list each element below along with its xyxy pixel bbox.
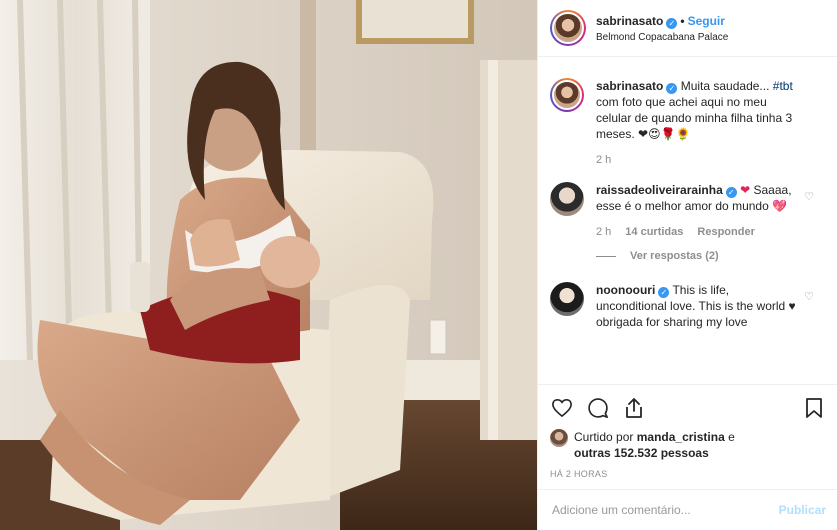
author-username[interactable]: sabrinasato xyxy=(596,14,663,28)
caption-avatar-image xyxy=(552,80,582,110)
action-bar xyxy=(550,395,826,421)
post-photo-illustration xyxy=(0,0,537,530)
caption-time[interactable]: 2 h xyxy=(596,152,611,168)
comment-item: raissadeoliveirarainha ✓ ❤ Saaaa, esse é … xyxy=(550,182,837,264)
view-replies[interactable]: Ver respostas (2) xyxy=(596,248,796,264)
commenter-avatar[interactable] xyxy=(550,282,584,316)
comments-list[interactable]: sabrinasato ✓ Muita saudade... #tbt com f… xyxy=(538,58,837,383)
author-avatar[interactable] xyxy=(550,10,586,46)
comment-like-heart-icon[interactable]: ♡ xyxy=(804,290,814,303)
add-comment-bar: Publicar xyxy=(538,489,837,530)
caption-body: sabrinasato ✓ Muita saudade... #tbt com f… xyxy=(596,78,796,168)
caption-text: sabrinasato ✓ Muita saudade... #tbt com f… xyxy=(596,78,796,142)
comment-input[interactable] xyxy=(552,503,779,517)
comment-likes[interactable]: 14 curtidas xyxy=(625,224,683,240)
caption-avatar[interactable] xyxy=(550,78,584,112)
caption-username[interactable]: sabrinasato xyxy=(596,79,663,93)
comment-text: raissadeoliveirarainha ✓ ❤ Saaaa, esse é … xyxy=(596,182,796,214)
caption-text-start: Muita saudade... xyxy=(680,79,770,93)
liked-by-count[interactable]: outras 152.532 pessoas xyxy=(574,446,709,460)
post-sidebar: sabrinasato ✓ • Seguir Belmond Copacabana P… xyxy=(537,0,837,530)
likes-summary: Curtido por manda_cristina e outras 152.… xyxy=(550,429,826,461)
share-icon[interactable] xyxy=(622,396,646,420)
caption-meta: 2 h xyxy=(596,152,796,168)
comment-body: noonoouri ✓ This is life, unconditional l… xyxy=(596,282,796,330)
follow-button[interactable]: Seguir xyxy=(688,14,725,28)
comment-item: noonoouri ✓ This is life, unconditional l… xyxy=(550,282,837,330)
separator-dot: • xyxy=(680,13,685,28)
bookmark-icon[interactable] xyxy=(802,396,826,420)
verified-badge-icon: ✓ xyxy=(666,17,678,29)
comment-time[interactable]: 2 h xyxy=(596,224,611,240)
liked-by-user[interactable]: manda_cristina xyxy=(637,430,725,444)
comment-meta: 2 h 14 curtidas Responder xyxy=(596,224,796,240)
post-header: sabrinasato ✓ • Seguir Belmond Copacabana P… xyxy=(538,0,837,57)
post-actions: Curtido por manda_cristina e outras 152.… xyxy=(538,384,837,489)
comment-text-emoji: 💖 xyxy=(772,199,788,213)
author-avatar-image xyxy=(552,12,584,44)
verified-badge-icon: ✓ xyxy=(725,187,737,198)
heart-icon[interactable] xyxy=(550,396,574,420)
comment-username-emoji: ❤ xyxy=(740,183,751,197)
caption-comment: sabrinasato ✓ Muita saudade... #tbt com f… xyxy=(550,78,837,168)
comment-like-heart-icon[interactable]: ♡ xyxy=(804,190,814,203)
verified-badge-icon: ✓ xyxy=(666,83,678,94)
post-location[interactable]: Belmond Copacabana Palace xyxy=(596,32,728,43)
liked-by-prefix: Curtido por xyxy=(574,430,634,444)
caption-hashtag[interactable]: #tbt xyxy=(773,79,793,93)
comment-bubble-icon[interactable] xyxy=(586,396,610,420)
post-time-ago[interactable]: HÁ 2 HORAS xyxy=(550,469,826,479)
likes-text: Curtido por manda_cristina e outras 152.… xyxy=(574,429,735,461)
comment-username[interactable]: raissadeoliveirarainha xyxy=(596,183,723,197)
replies-line xyxy=(596,255,616,257)
header-line: sabrinasato ✓ • Seguir xyxy=(596,14,728,29)
reply-button[interactable]: Responder xyxy=(697,224,754,240)
liker-avatar[interactable] xyxy=(550,429,568,447)
comment-username[interactable]: noonoouri xyxy=(596,283,655,297)
post-photo[interactable] xyxy=(0,0,537,530)
comment-text: noonoouri ✓ This is life, unconditional l… xyxy=(596,282,796,330)
caption-emojis: ❤😍🌹🌻 xyxy=(638,127,691,141)
commenter-avatar[interactable] xyxy=(550,182,584,216)
comment-body: raissadeoliveirarainha ✓ ❤ Saaaa, esse é … xyxy=(596,182,796,264)
verified-badge-icon: ✓ xyxy=(658,287,670,298)
header-info: sabrinasato ✓ • Seguir Belmond Copacabana P… xyxy=(596,14,728,43)
caption-text-end: com foto que achei aqui no meu celular d… xyxy=(596,95,793,141)
liked-by-mid: e xyxy=(728,430,735,444)
publish-button[interactable]: Publicar xyxy=(779,503,826,517)
view-replies-label: Ver respostas (2) xyxy=(630,250,719,262)
